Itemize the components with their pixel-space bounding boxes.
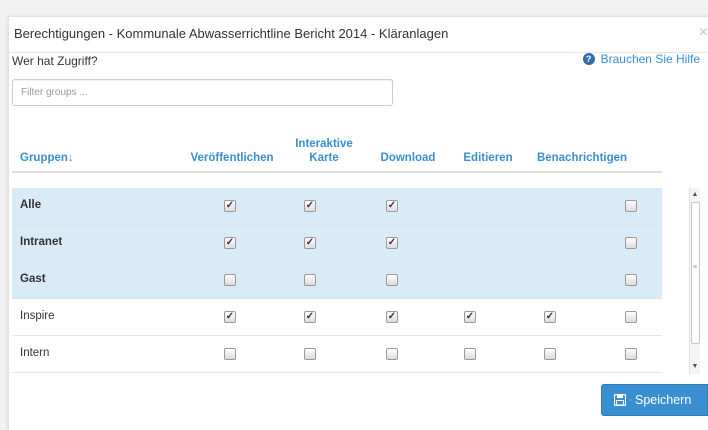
download-checkbox[interactable]: ✓ bbox=[386, 311, 398, 323]
group-name: Inspire bbox=[20, 310, 55, 322]
column-header-notify[interactable]: Benachrichtigen bbox=[530, 151, 634, 165]
permissions-table-header: Gruppen↓ Veröffentlichen Interaktive Kar… bbox=[12, 130, 662, 173]
permissions-table-body: Alle ✓ ✓ ✓ ✓ Intranet ✓ ✓ ✓ ✓ Gast ✓ ✓ ✓ ✓ Inspire ✓ ✓ ✓ ✓ ✓… bbox=[12, 188, 662, 374]
download-checkbox[interactable]: ✓ bbox=[386, 237, 398, 249]
map-checkbox[interactable]: ✓ bbox=[304, 200, 316, 212]
table-row: Intern ✓ ✓ ✓ ✓ ✓ ✓ bbox=[12, 336, 662, 373]
help-link[interactable]: ? Brauchen Sie Hilfe bbox=[582, 52, 700, 66]
edit-checkbox[interactable]: ✓ bbox=[464, 348, 476, 360]
check-icon: ✓ bbox=[465, 311, 475, 322]
map-checkbox[interactable]: ✓ bbox=[304, 274, 316, 286]
save-button-label: Speichern bbox=[635, 393, 692, 407]
table-scrollbar[interactable]: ▲ ≡ ▼ bbox=[689, 188, 700, 374]
column-header-groups[interactable]: Gruppen↓ bbox=[20, 151, 74, 165]
map-checkbox[interactable]: ✓ bbox=[304, 348, 316, 360]
table-row: Gast ✓ ✓ ✓ ✓ bbox=[12, 262, 662, 299]
scroll-up-arrow-icon[interactable]: ▲ bbox=[690, 190, 700, 200]
publish-checkbox[interactable]: ✓ bbox=[224, 274, 236, 286]
download-checkbox[interactable]: ✓ bbox=[386, 348, 398, 360]
extra-checkbox[interactable]: ✓ bbox=[625, 274, 637, 286]
publish-checkbox[interactable]: ✓ bbox=[224, 311, 236, 323]
scroll-down-arrow-icon[interactable]: ▼ bbox=[690, 362, 700, 372]
check-icon: ✓ bbox=[225, 311, 235, 322]
extra-checkbox[interactable]: ✓ bbox=[625, 237, 637, 249]
extra-checkbox[interactable]: ✓ bbox=[625, 311, 637, 323]
close-icon[interactable]: × bbox=[699, 24, 708, 42]
download-checkbox[interactable]: ✓ bbox=[386, 200, 398, 212]
check-icon: ✓ bbox=[305, 237, 315, 248]
check-icon: ✓ bbox=[305, 311, 315, 322]
column-header-publish[interactable]: Veröffentlichen bbox=[188, 151, 276, 165]
check-icon: ✓ bbox=[225, 200, 235, 211]
check-icon: ✓ bbox=[305, 200, 315, 211]
help-link-label: Brauchen Sie Hilfe bbox=[600, 52, 700, 66]
floppy-disk-icon bbox=[614, 394, 626, 406]
column-header-edit[interactable]: Editieren bbox=[456, 151, 520, 165]
column-header-download[interactable]: Download bbox=[372, 151, 444, 165]
modal-title: Berechtigungen - Kommunale Abwasserricht… bbox=[14, 26, 449, 41]
check-icon: ✓ bbox=[387, 237, 397, 248]
grip-icon: ≡ bbox=[693, 264, 698, 271]
extra-checkbox[interactable]: ✓ bbox=[625, 348, 637, 360]
column-header-interactive-map[interactable]: Interaktive Karte bbox=[292, 137, 356, 165]
publish-checkbox[interactable]: ✓ bbox=[224, 348, 236, 360]
extra-checkbox[interactable]: ✓ bbox=[625, 200, 637, 212]
table-row: Alle ✓ ✓ ✓ ✓ bbox=[12, 188, 662, 225]
map-checkbox[interactable]: ✓ bbox=[304, 237, 316, 249]
check-icon: ✓ bbox=[387, 311, 397, 322]
question-circle-icon: ? bbox=[582, 53, 595, 65]
publish-checkbox[interactable]: ✓ bbox=[224, 237, 236, 249]
group-name: Alle bbox=[20, 199, 42, 211]
table-row: Intranet ✓ ✓ ✓ ✓ bbox=[12, 225, 662, 262]
download-checkbox[interactable]: ✓ bbox=[386, 274, 398, 286]
filter-groups-input[interactable] bbox=[12, 79, 393, 106]
scrollbar-thumb[interactable]: ≡ bbox=[691, 202, 700, 344]
check-icon: ✓ bbox=[545, 311, 555, 322]
check-icon: ✓ bbox=[225, 237, 235, 248]
map-checkbox[interactable]: ✓ bbox=[304, 311, 316, 323]
group-name: Gast bbox=[20, 273, 46, 285]
notify-checkbox[interactable]: ✓ bbox=[544, 348, 556, 360]
notify-checkbox[interactable]: ✓ bbox=[544, 311, 556, 323]
save-button[interactable]: Speichern bbox=[601, 384, 708, 416]
modal-header: Berechtigungen - Kommunale Abwasserricht… bbox=[9, 17, 708, 53]
group-name: Intranet bbox=[20, 236, 63, 248]
publish-checkbox[interactable]: ✓ bbox=[224, 200, 236, 212]
check-icon: ✓ bbox=[387, 200, 397, 211]
edit-checkbox[interactable]: ✓ bbox=[464, 311, 476, 323]
column-header-groups-label: Gruppen bbox=[20, 152, 68, 164]
sort-arrow-icon: ↓ bbox=[67, 152, 74, 164]
access-label: Wer hat Zugriff? bbox=[12, 54, 98, 68]
group-name: Intern bbox=[20, 347, 50, 359]
table-row: Inspire ✓ ✓ ✓ ✓ ✓ ✓ bbox=[12, 299, 662, 336]
